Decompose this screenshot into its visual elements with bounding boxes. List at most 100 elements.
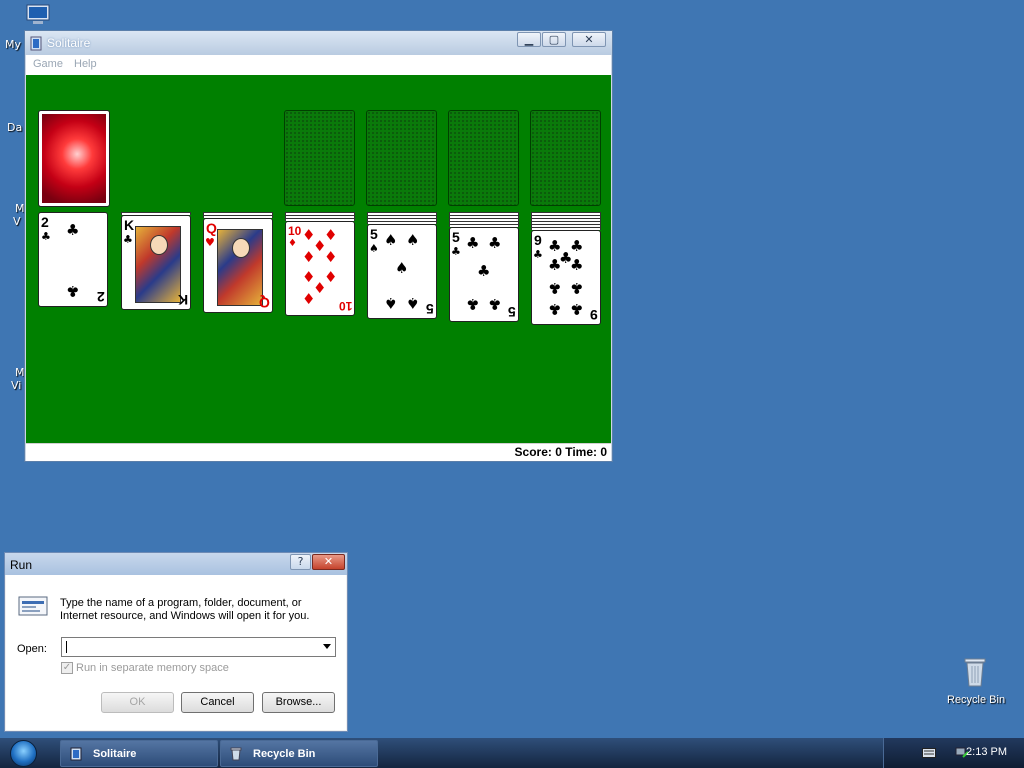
spade-icon: ♠ <box>406 231 420 249</box>
solitaire-app-icon <box>70 747 82 761</box>
card-rank: 5 <box>452 229 460 245</box>
my-computer-icon[interactable] <box>24 4 52 26</box>
card-rank: 5 <box>508 304 516 320</box>
queen-illustration <box>217 229 263 306</box>
club-icon: ♣ <box>488 234 502 252</box>
heart-icon: ♥ <box>205 236 215 249</box>
club-icon: ♣ <box>570 256 584 274</box>
taskbar: Solitaire Recycle Bin 2:13 PM <box>0 738 1024 768</box>
solitaire-titlebar[interactable]: Solitaire ▁ ▢ ✕ <box>25 31 612 55</box>
open-label: Open: <box>17 643 47 655</box>
taskbar-button-label: Solitaire <box>93 748 137 760</box>
card-back-art <box>42 114 106 203</box>
club-icon: ♣ <box>451 245 461 258</box>
tableau-card[interactable]: 2 ♣ ♣ ♣ 2 <box>38 212 108 307</box>
chevron-down-icon[interactable] <box>323 644 331 649</box>
run-program-icon <box>18 596 48 616</box>
menu-help[interactable]: Help <box>74 58 97 70</box>
card-rank: 5 <box>426 301 434 317</box>
desktop-icon-label[interactable]: Da <box>7 121 22 134</box>
tableau-card[interactable]: 9 ♣ ♣ ♣ ♣ ♣ ♣ ♣ ♣ ♣ ♣ 9 <box>531 230 601 325</box>
spade-icon: ♠ <box>406 294 420 312</box>
taskbar-button-label: Recycle Bin <box>253 748 316 760</box>
ok-button[interactable]: OK <box>101 692 174 713</box>
desktop-icon-label[interactable]: V <box>13 215 21 228</box>
run-dialog-body: Type the name of a program, folder, docu… <box>6 575 346 730</box>
king-illustration <box>135 226 181 303</box>
diamond-icon: ♦ <box>324 248 338 266</box>
window-title: Solitaire <box>47 36 91 50</box>
dialog-title: Run <box>10 558 33 572</box>
run-dialog: Run ? ✕ Type the name of a program, fold… <box>4 552 348 732</box>
dialog-description: Type the name of a program, folder, docu… <box>60 597 310 622</box>
card-rank: K <box>177 292 188 308</box>
taskbar-button-solitaire[interactable]: Solitaire <box>60 740 218 767</box>
club-icon: ♣ <box>570 279 584 297</box>
close-button[interactable]: ✕ <box>312 554 345 570</box>
system-tray: 2:13 PM <box>883 738 1024 768</box>
stock-pile[interactable] <box>38 110 110 207</box>
diamond-icon: ♦ <box>302 248 316 266</box>
start-button[interactable] <box>10 740 37 767</box>
minimize-button[interactable]: ▁ <box>517 32 541 47</box>
score-time: Score: 0 Time: 0 <box>514 445 607 459</box>
club-icon: ♣ <box>488 295 502 313</box>
club-icon: ♣ <box>66 282 80 300</box>
club-icon: ♣ <box>548 279 562 297</box>
card-rank: 5 <box>370 226 378 242</box>
taskbar-clock[interactable]: 2:13 PM <box>966 746 1007 758</box>
club-icon: ♣ <box>41 230 51 243</box>
king-face <box>150 235 168 255</box>
tableau-card[interactable]: 5 ♠ ♠ ♠ ♠ ♠ ♠ 5 <box>367 224 437 319</box>
tableau-card[interactable]: 10 ♦ ♦ ♦ ♦ ♦ ♦ ♦ ♦ ♦ ♦ 10 <box>285 221 355 316</box>
separate-memory-label: Run in separate memory space <box>76 662 229 674</box>
open-combobox[interactable] <box>61 637 336 657</box>
foundation-slot[interactable] <box>366 110 437 206</box>
club-icon: ♣ <box>66 221 80 239</box>
run-titlebar[interactable]: Run ? ✕ <box>5 553 347 575</box>
tableau-card[interactable]: 5 ♣ ♣ ♣ ♣ ♣ ♣ 5 <box>449 227 519 322</box>
status-bar: Score: 0 Time: 0 <box>26 443 611 461</box>
club-icon: ♣ <box>570 300 584 318</box>
maximize-button[interactable]: ▢ <box>542 32 566 47</box>
foundation-slot[interactable] <box>448 110 519 206</box>
foundation-slot[interactable] <box>284 110 355 206</box>
close-button[interactable]: ✕ <box>572 32 606 47</box>
card-rank: 9 <box>534 232 542 248</box>
menu-bar: Game Help <box>26 55 611 75</box>
desktop-icon-label[interactable]: Vi <box>11 379 21 392</box>
card-rank: 9 <box>590 307 598 323</box>
card-rank: 2 <box>97 289 105 305</box>
club-icon: ♣ <box>466 234 480 252</box>
diamond-icon: ♦ <box>302 290 316 308</box>
diamond-icon: ♦ <box>288 238 297 249</box>
cancel-button[interactable]: Cancel <box>181 692 254 713</box>
tableau-card[interactable]: K ♣ K <box>121 215 191 310</box>
club-icon: ♣ <box>548 300 562 318</box>
help-button[interactable]: ? <box>290 554 311 570</box>
separate-memory-checkbox: ✓ <box>61 662 73 674</box>
club-icon: ♣ <box>477 262 491 280</box>
solitaire-window: Solitaire ▁ ▢ ✕ Game Help 2 ♣ ♣ ♣ 2 K ♣ <box>24 30 613 462</box>
spade-icon: ♠ <box>384 294 398 312</box>
card-rank: 2 <box>41 214 49 230</box>
card-rank: K <box>124 217 135 233</box>
spade-icon: ♠ <box>369 242 379 255</box>
browse-button[interactable]: Browse... <box>262 692 335 713</box>
menu-game[interactable]: Game <box>33 58 63 70</box>
spade-icon: ♠ <box>384 231 398 249</box>
game-board: 2 ♣ ♣ ♣ 2 K ♣ K Q ♥ Q 10 ♦ ♦ ♦ ♦ ♦ ♦ ♦ ♦… <box>26 75 611 443</box>
tableau-card[interactable]: Q ♥ Q <box>203 218 273 313</box>
foundation-slot[interactable] <box>530 110 601 206</box>
spade-icon: ♠ <box>395 259 409 277</box>
keyboard-icon[interactable] <box>922 748 936 758</box>
card-rank: Q <box>259 295 270 311</box>
taskbar-button-recycle-bin[interactable]: Recycle Bin <box>220 740 378 767</box>
club-icon: ♣ <box>123 233 133 246</box>
recycle-bin-icon[interactable] <box>962 656 988 688</box>
solitaire-app-icon <box>30 36 42 51</box>
desktop-icon-label[interactable]: My <box>5 38 21 51</box>
queen-face <box>232 238 250 258</box>
recycle-bin-label[interactable]: Recycle Bin <box>947 694 1005 706</box>
club-icon: ♣ <box>533 248 543 261</box>
